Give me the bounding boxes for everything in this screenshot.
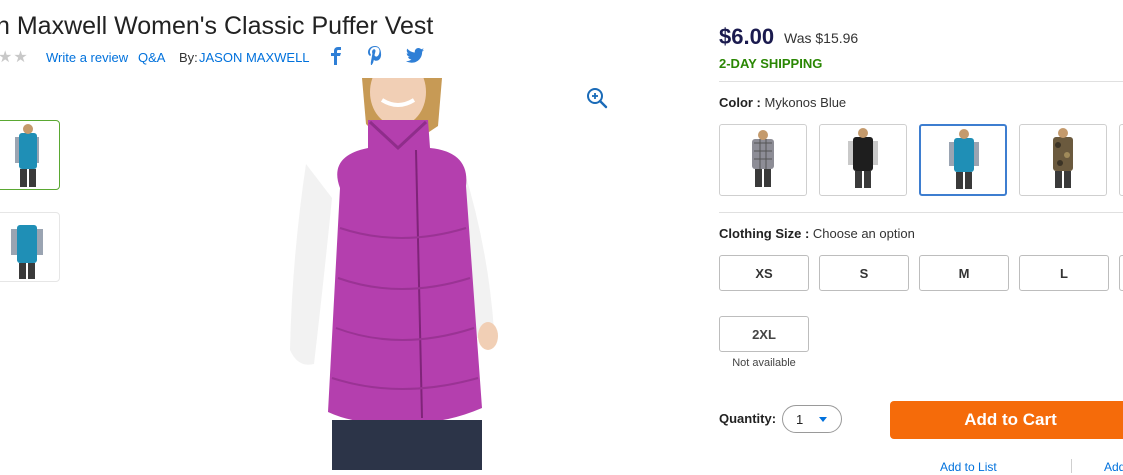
size-option-2xl[interactable]: 2XL [719,316,809,352]
size-option-s[interactable]: S [819,255,909,291]
size-option-more[interactable] [1119,255,1123,291]
shipping-badge: 2-DAY SHIPPING [719,56,823,71]
add-to-list-link[interactable]: Add to List [940,460,997,474]
was-price: Was $15.96 [784,30,859,46]
color-label-row: Color : Mykonos Blue [719,95,846,110]
size-value: Choose an option [812,226,915,241]
divider [1071,459,1072,473]
quantity-select[interactable]: 1 [782,405,842,433]
brand-link[interactable]: JASON MAXWELL [199,50,310,65]
not-available-note: Not available [732,357,796,369]
facebook-icon[interactable] [330,47,342,65]
color-swatch-camo[interactable] [1019,124,1107,196]
write-review-link[interactable]: Write a review [46,50,128,65]
size-option-l[interactable]: L [1019,255,1109,291]
size-option-xs[interactable]: XS [719,255,809,291]
product-title: n Maxwell Women's Classic Puffer Vest [0,12,434,40]
color-label: Color : [719,95,761,110]
color-swatch-more[interactable] [1119,124,1123,196]
quantity-value: 1 [796,411,804,427]
color-swatch-black[interactable] [819,124,907,196]
zoom-in-icon[interactable] [585,86,609,115]
qa-link[interactable]: Q&A [138,50,165,65]
add-to-registry-link[interactable]: Add [1104,460,1123,474]
quantity-label: Quantity: [719,411,777,426]
divider [719,212,1123,213]
by-label: By: [179,50,198,65]
divider [719,81,1123,82]
size-label: Clothing Size : [719,226,810,241]
thumbnail-back[interactable] [0,212,60,282]
pinterest-icon[interactable] [367,46,383,65]
color-swatch-plaid[interactable] [719,124,807,196]
chevron-down-icon [819,417,827,422]
add-to-cart-button[interactable]: Add to Cart [890,401,1123,439]
color-swatch-mykonos-blue[interactable] [919,124,1007,196]
current-price: $6.00 [719,24,775,49]
thumbnail-front[interactable] [0,120,60,190]
size-option-m[interactable]: M [919,255,1009,291]
size-label-row: Clothing Size : Choose an option [719,226,915,241]
rating-stars[interactable]: ★★ [0,47,29,67]
product-image[interactable] [270,58,530,470]
color-value: Mykonos Blue [764,95,847,110]
twitter-icon[interactable] [406,48,424,63]
